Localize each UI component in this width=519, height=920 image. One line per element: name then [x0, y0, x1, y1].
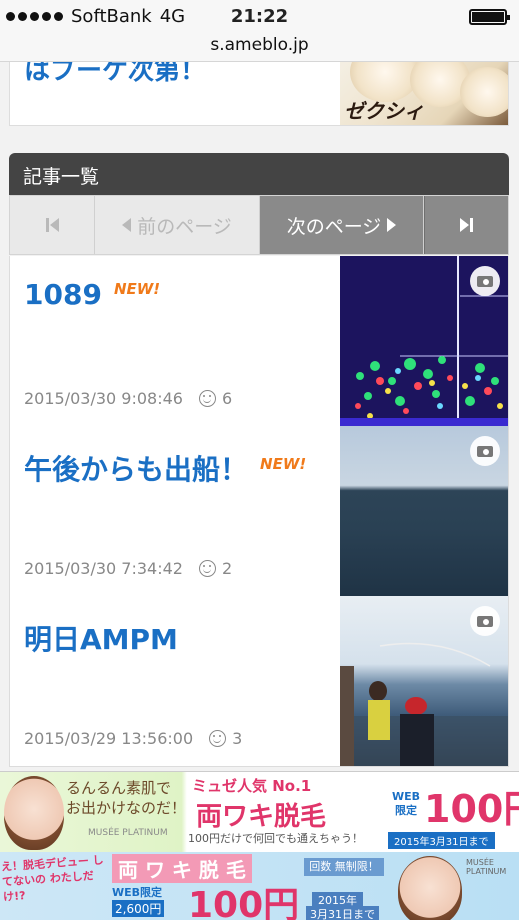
ad-price: 100円 — [424, 787, 519, 831]
article-date: 2015/03/30 7:34:42 — [24, 559, 183, 578]
ad-deadline: 3月31日まで — [306, 906, 379, 920]
article-item[interactable]: 明日AMPM 2015/03/29 13:56:00 3 — [9, 596, 509, 767]
url-text: s.ameblo.jp — [210, 35, 309, 55]
article-date: 2015/03/30 9:08:46 — [24, 389, 183, 408]
article-title[interactable]: 1089 NEW! — [24, 278, 160, 311]
ad-web-label: WEB限定 — [112, 886, 163, 899]
article-item[interactable]: 1089 NEW! 2015/03/30 9:08:46 6 — [9, 256, 509, 427]
article-thumbnail[interactable] — [340, 256, 508, 426]
camera-icon — [470, 266, 500, 296]
chevron-left-icon — [122, 218, 132, 232]
last-page-button[interactable] — [424, 196, 508, 254]
article-list-title: 記事一覧 — [23, 166, 100, 188]
status-bar: SoftBank 4G 21:22 — [0, 0, 519, 34]
battery-icon — [469, 9, 510, 25]
chevron-right-icon — [387, 218, 397, 232]
ad-deadline: 2015年3月31日まで — [388, 832, 495, 849]
previous-article-title[interactable]: はブーケ次第！ — [24, 62, 206, 87]
ad-banner-1[interactable]: るんるん素肌で お出かけなのだ！ MUSÉE PLATINUM ミュゼ人気 No… — [0, 771, 519, 852]
comment-count: 3 — [232, 729, 243, 748]
thumbnail-logo-text: ゼクシィ — [344, 99, 424, 123]
ad-catch: え！脱毛デビュー してないの わたしだけ!? — [0, 853, 105, 904]
comment-smile-icon — [198, 560, 216, 577]
article-meta: 2015/03/30 7:34:42 2 — [24, 559, 232, 578]
comment-smile-icon — [209, 730, 227, 747]
article-title-text: 1089 — [24, 278, 102, 311]
article-title[interactable]: 明日AMPM — [24, 618, 178, 658]
ad-brand: MUSÉE PLATINUM — [466, 858, 507, 876]
ad-price: 100円 — [188, 885, 300, 920]
new-badge: NEW! — [260, 455, 307, 473]
article-meta: 2015/03/29 13:56:00 3 — [24, 729, 242, 748]
previous-article-card[interactable]: はブーケ次第！ ゼクシィ — [9, 62, 509, 126]
article-list-header: 記事一覧 — [9, 153, 509, 195]
ad-sub: 100円だけで何回でも通えちゃう！ — [188, 832, 363, 845]
clock: 21:22 — [230, 6, 289, 27]
article-date: 2015/03/29 13:56:00 — [24, 729, 194, 748]
comment-count: 2 — [221, 559, 233, 578]
ad-popular: ミュゼ人気 No.1 — [192, 777, 312, 795]
article-title[interactable]: 午後からも出船！ NEW! — [24, 448, 306, 488]
ad-was-price: 2,600円 — [112, 900, 165, 917]
camera-icon — [470, 436, 500, 466]
next-page-label: 次のページ — [286, 215, 382, 238]
first-page-arrow — [49, 218, 59, 232]
comment-count: 6 — [221, 389, 233, 408]
article-thumbnail[interactable] — [340, 596, 508, 766]
article-title-text: 明日AMPM — [24, 623, 178, 656]
ad-model-image — [398, 856, 462, 920]
article-title-text: 午後からも出船！ — [24, 453, 249, 486]
ad-unlimited: 回数 無制限！ — [304, 858, 384, 876]
article-item[interactable]: 午後からも出船！ NEW! 2015/03/30 7:34:42 2 — [9, 426, 509, 597]
last-page-arrow — [460, 218, 469, 232]
article-meta: 2015/03/30 9:08:46 6 — [24, 389, 232, 408]
first-page-icon — [45, 218, 49, 232]
ad-model-image — [4, 776, 64, 850]
ad-headline: 両ワキ脱毛 — [196, 802, 327, 832]
previous-article-thumbnail[interactable]: ゼクシィ — [340, 62, 508, 125]
ad-brand: MUSÉE PLATINUM — [88, 828, 168, 838]
rose-shape — [460, 67, 508, 117]
pager: 前のページ 次のページ — [9, 195, 509, 255]
next-page-button[interactable]: 次のページ — [260, 196, 424, 254]
ad-banner-2[interactable]: え！脱毛デビュー してないの わたしだけ!? 両 ワ キ 脱 毛 WEB限定 2… — [0, 852, 519, 920]
first-page-button[interactable] — [10, 196, 95, 254]
comment-smile-icon — [198, 390, 216, 407]
ad-catch: るんるん素肌で お出かけなのだ！ — [66, 779, 187, 817]
address-bar[interactable]: s.ameblo.jp — [0, 34, 519, 62]
previous-page-label: 前のページ — [137, 215, 232, 238]
camera-icon — [470, 606, 500, 636]
new-badge: NEW! — [113, 280, 161, 298]
previous-page-button[interactable]: 前のページ — [95, 196, 260, 254]
ad-web-label: WEB 限定 — [391, 790, 421, 817]
article-thumbnail[interactable] — [340, 426, 508, 596]
last-page-icon — [470, 218, 473, 232]
